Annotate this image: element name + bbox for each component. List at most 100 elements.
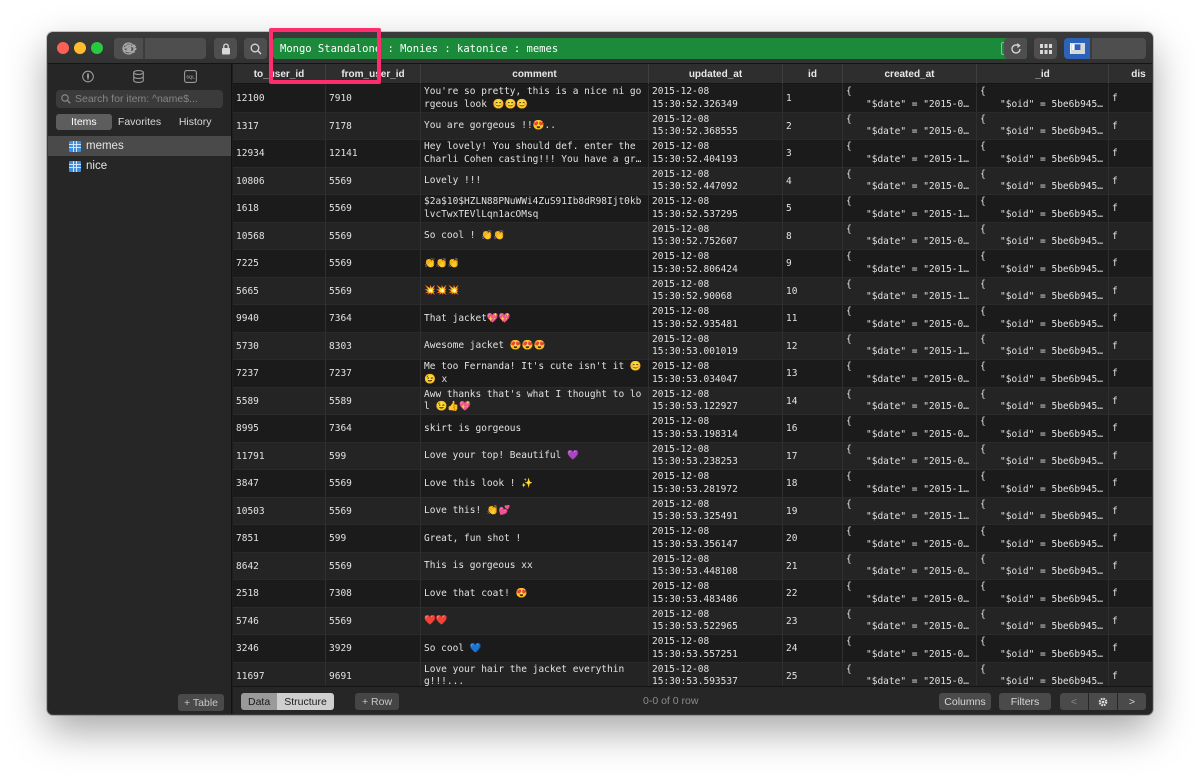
column-header-to-user-id[interactable]: to_user_id xyxy=(233,64,326,84)
cell-updated-at[interactable]: 2015-12-08 15:30:53.557251 xyxy=(649,635,783,663)
cell-created-at[interactable]: {"$date" = "2015-08... xyxy=(843,387,977,415)
cell-id[interactable]: 5 xyxy=(783,195,843,223)
cell-created-at[interactable]: {"$date" = "2015-11... xyxy=(843,277,977,305)
cell-comment[interactable]: You are gorgeous !!😍.. xyxy=(421,112,649,140)
table-row[interactable]: 3847 5569 Love this look ! ✨ 2015-12-08 15:3… xyxy=(233,470,1152,498)
database-icon[interactable] xyxy=(133,69,145,83)
table-row[interactable]: 10568 5569 So cool ! 👏👏 2015-12-08 15:30:52.… xyxy=(233,222,1152,251)
cell-from-user-id[interactable]: 5569 xyxy=(326,250,421,278)
cell-updated-at[interactable]: 2015-12-08 15:30:52.537295 xyxy=(649,195,783,223)
cell-id[interactable]: 4 xyxy=(783,167,843,195)
cell-oid[interactable]: {"$oid" = 5be6b9451... xyxy=(977,85,1109,113)
cell-to-user-id[interactable]: 5730 xyxy=(233,332,326,360)
cell-oid[interactable]: {"$oid" = 5be6b9451... xyxy=(977,662,1109,686)
cell-comment[interactable]: Love this! 👏💕 xyxy=(421,497,649,525)
cell-to-user-id[interactable]: 12100 xyxy=(233,85,326,113)
cell-created-at[interactable]: {"$date" = "2015-08... xyxy=(843,167,977,195)
cell-updated-at[interactable]: 2015-12-08 15:30:53.001019 xyxy=(649,332,783,360)
cell-oid[interactable]: {"$oid" = 5be6b9451... xyxy=(977,167,1109,195)
toggle-right-panel-button[interactable] xyxy=(1064,38,1091,59)
cell-oid[interactable]: {"$oid" = 5be6b9451... xyxy=(977,305,1109,333)
cell-created-at[interactable]: {"$date" = "2015-12... xyxy=(843,140,977,168)
cell-from-user-id[interactable]: 5569 xyxy=(326,497,421,525)
column-header-from-user-id[interactable]: from_user_id xyxy=(326,64,421,84)
cell-id[interactable]: 20 xyxy=(783,525,843,553)
cell-id[interactable]: 17 xyxy=(783,442,843,470)
table-row[interactable]: 2518 7308 Love that coat! 😍 2015-12-08 15:30… xyxy=(233,580,1152,608)
cell-id[interactable]: 18 xyxy=(783,470,843,498)
cell-id[interactable]: 16 xyxy=(783,415,843,443)
cell-comment[interactable]: skirt is gorgeous xyxy=(421,415,649,443)
cell-from-user-id[interactable]: 7910 xyxy=(326,85,421,113)
tab-structure[interactable]: Structure xyxy=(277,693,334,710)
table-row[interactable]: 7237 7237 Me too Fernanda! It's cute isn't… xyxy=(233,360,1152,388)
cell-from-user-id[interactable]: 5569 xyxy=(326,607,421,635)
table-row[interactable]: 11697 9691 Love your hair the jacket every… xyxy=(233,662,1152,686)
cell-to-user-id[interactable]: 8642 xyxy=(233,552,326,580)
cell-dis[interactable]: f xyxy=(1109,223,1152,251)
table-row[interactable]: 5665 5569 💥💥💥 2015-12-08 15:30:52.90068 10{"$… xyxy=(233,277,1152,306)
cell-created-at[interactable]: {"$date" = "2015-10... xyxy=(843,195,977,223)
cell-comment[interactable]: Me too Fernanda! It's cute isn't it 😊😉 x xyxy=(421,360,649,388)
cell-updated-at[interactable]: 2015-12-08 15:30:52.90068 xyxy=(649,277,783,305)
cell-updated-at[interactable]: 2015-12-08 15:30:53.198314 xyxy=(649,415,783,443)
cell-comment[interactable]: So cool ! 👏👏 xyxy=(421,222,649,250)
cell-to-user-id[interactable]: 10806 xyxy=(233,167,326,195)
cell-oid[interactable]: {"$oid" = 5be6b9451... xyxy=(977,277,1109,305)
cell-updated-at[interactable]: 2015-12-08 15:30:52.752607 xyxy=(649,222,783,250)
cell-from-user-id[interactable]: 5569 xyxy=(326,277,421,305)
cell-to-user-id[interactable]: 11791 xyxy=(233,442,326,470)
cell-from-user-id[interactable]: 7308 xyxy=(326,580,421,608)
cell-to-user-id[interactable]: 9940 xyxy=(233,305,326,333)
grid-view-button[interactable] xyxy=(1034,38,1057,59)
table-row[interactable]: 8642 5569 This is gorgeous xx 2015-12-08 15:… xyxy=(233,552,1152,580)
cell-created-at[interactable]: {"$date" = "2015-11... xyxy=(843,497,977,525)
cell-oid[interactable]: {"$oid" = 5be6b9451... xyxy=(977,525,1109,553)
cell-created-at[interactable]: {"$date" = "2015-11... xyxy=(843,332,977,360)
cell-to-user-id[interactable]: 3246 xyxy=(233,635,326,663)
cell-id[interactable]: 24 xyxy=(783,635,843,663)
cell-from-user-id[interactable]: 3929 xyxy=(326,635,421,663)
cell-to-user-id[interactable]: 10503 xyxy=(233,497,326,525)
cell-updated-at[interactable]: 2015-12-08 15:30:53.483486 xyxy=(649,580,783,608)
tab-data[interactable]: Data xyxy=(241,693,278,710)
cell-created-at[interactable]: {"$date" = "2015-08... xyxy=(843,525,977,553)
cell-dis[interactable]: f xyxy=(1109,305,1152,333)
add-row-button[interactable]: + Row xyxy=(355,693,400,710)
cell-created-at[interactable]: {"$date" = "2015-08... xyxy=(843,662,977,686)
table-row[interactable]: 1618 5569 $2a$10$HZLN88PNuWWi4ZuS91Ib8dR98… xyxy=(233,195,1152,223)
cell-comment[interactable]: This is gorgeous xx xyxy=(421,552,649,580)
refresh-button[interactable] xyxy=(1004,38,1027,59)
cell-created-at[interactable]: {"$date" = "2015-09... xyxy=(843,607,977,635)
cell-to-user-id[interactable]: 10568 xyxy=(233,222,326,250)
cell-created-at[interactable]: {"$date" = "2015-08... xyxy=(843,305,977,333)
table-row[interactable]: 12934 12141 Hey lovely! You should def. en… xyxy=(233,140,1152,168)
cell-comment[interactable]: $2a$10$HZLN88PNuWWi4ZuS91Ib8dR98Ijt0kblv… xyxy=(421,195,649,223)
column-header-oid[interactable]: _id xyxy=(977,64,1109,84)
table-row[interactable]: 5746 5569 ❤️❤️ 2015-12-08 15:30:53.522965 23{… xyxy=(233,607,1152,636)
cell-comment[interactable]: Love this look ! ✨ xyxy=(421,470,649,498)
cell-to-user-id[interactable]: 7225 xyxy=(233,250,326,278)
tab-items[interactable]: Items xyxy=(56,114,112,130)
table-row[interactable]: 3246 3929 So cool 💙 2015-12-08 15:30:53.5572… xyxy=(233,635,1152,663)
cell-dis[interactable]: f xyxy=(1109,278,1152,306)
cell-to-user-id[interactable]: 8995 xyxy=(233,415,326,443)
cell-from-user-id[interactable]: 9691 xyxy=(326,662,421,686)
cell-oid[interactable]: {"$oid" = 5be6b9451... xyxy=(977,497,1109,525)
cell-to-user-id[interactable]: 2518 xyxy=(233,580,326,608)
cell-created-at[interactable]: {"$date" = "2015-08... xyxy=(843,635,977,663)
cell-dis[interactable]: f xyxy=(1109,443,1152,471)
cell-dis[interactable]: f xyxy=(1109,415,1152,443)
connection-path-bar[interactable]: Mongo Standalone : Monies : katonice : m… xyxy=(273,38,1027,59)
cell-dis[interactable]: f xyxy=(1109,608,1152,636)
cell-from-user-id[interactable]: 599 xyxy=(326,525,421,553)
cell-dis[interactable]: f xyxy=(1109,168,1152,196)
cell-to-user-id[interactable]: 3847 xyxy=(233,470,326,498)
cell-to-user-id[interactable]: 12934 xyxy=(233,140,326,168)
table-row[interactable]: 9940 7364 That jacket💖💖 2015-12-08 15:30:52.… xyxy=(233,305,1152,333)
cell-dis[interactable]: f xyxy=(1109,498,1152,526)
cell-dis[interactable]: f xyxy=(1109,360,1152,388)
cell-comment[interactable]: 💥💥💥 xyxy=(421,277,649,305)
cell-updated-at[interactable]: 2015-12-08 15:30:52.935481 xyxy=(649,305,783,333)
cell-created-at[interactable]: {"$date" = "2015-10... xyxy=(843,250,977,278)
